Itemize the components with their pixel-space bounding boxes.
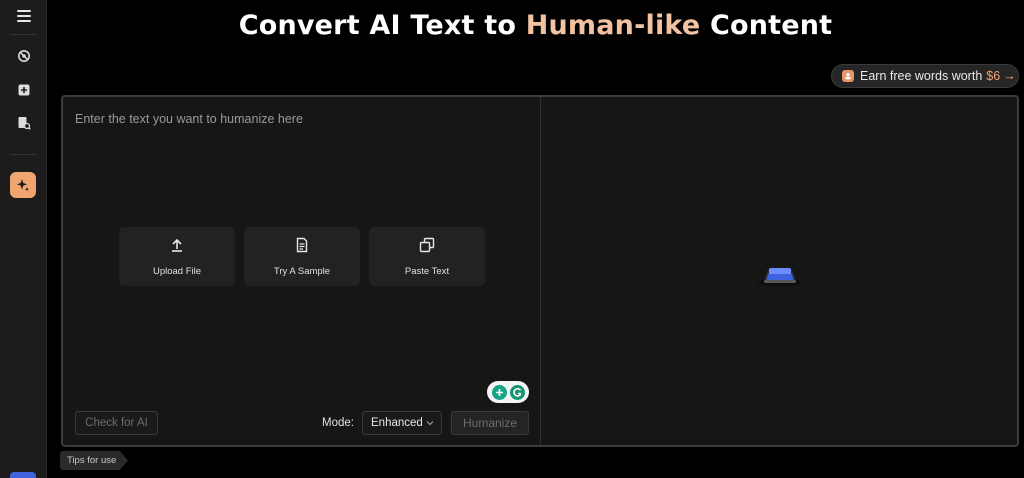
sidebar-divider <box>10 34 37 35</box>
humanizer-sparkle-icon[interactable] <box>10 172 36 198</box>
sidebar-bottom-button[interactable] <box>10 472 36 478</box>
upload-file-label: Upload File <box>152 265 202 277</box>
humanizer-panel: Enter the text you want to humanize here… <box>61 95 1019 447</box>
input-placeholder[interactable]: Enter the text you want to humanize here <box>75 112 303 126</box>
title-highlight: Human-like <box>525 10 701 41</box>
grammarly-widget[interactable] <box>487 381 529 403</box>
mode-label: Mode: <box>322 417 354 429</box>
mode-value: Enhanced <box>371 417 423 429</box>
grammarly-logo-icon[interactable] <box>509 384 525 400</box>
panel-divider <box>540 97 541 445</box>
try-sample-button[interactable]: Try A Sample <box>244 227 360 286</box>
chevron-down-icon <box>425 418 435 431</box>
document-icon <box>294 237 310 258</box>
upload-icon <box>169 237 185 258</box>
arrow-right-icon: → <box>1003 69 1016 83</box>
earn-text: Earn free words worth <box>860 69 983 83</box>
title-after: Content <box>709 10 833 41</box>
page-title: Convert AI Text to Human-like Content <box>47 10 1024 41</box>
earn-amount: $6 <box>986 69 1001 83</box>
add-document-icon[interactable] <box>12 78 36 102</box>
try-sample-label: Try A Sample <box>273 265 331 277</box>
sidebar <box>0 0 47 478</box>
title-before: Convert AI Text to <box>238 10 517 41</box>
check-for-ai-button[interactable]: Check for AI <box>75 411 158 435</box>
paste-icon <box>419 237 435 258</box>
plagiarism-search-icon[interactable] <box>12 111 36 135</box>
paste-text-label: Paste Text <box>404 265 450 277</box>
mode-select[interactable]: Enhanced <box>362 411 442 435</box>
humanize-button[interactable]: Humanize <box>451 411 529 435</box>
ai-detector-icon[interactable] <box>12 44 36 68</box>
earn-free-words-badge[interactable]: Earn free words worth $6 → <box>831 64 1019 88</box>
empty-box-icon <box>754 260 806 293</box>
grammarly-add-icon[interactable] <box>491 384 507 400</box>
tips-for-use-button[interactable]: Tips for use <box>60 451 128 470</box>
menu-icon[interactable] <box>12 4 36 28</box>
sidebar-divider <box>10 154 37 155</box>
gift-icon <box>842 70 854 82</box>
upload-file-button[interactable]: Upload File <box>119 227 235 286</box>
paste-text-button[interactable]: Paste Text <box>369 227 485 286</box>
